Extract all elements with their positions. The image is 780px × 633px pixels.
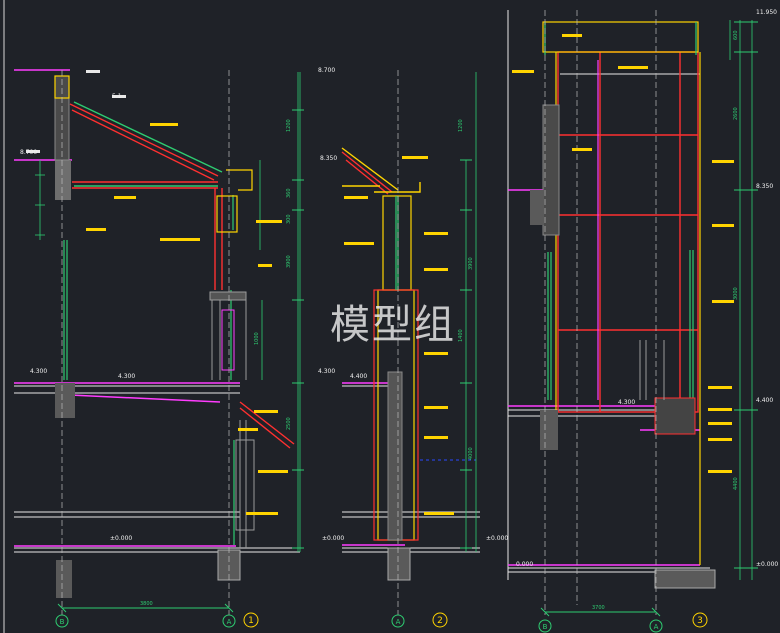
section-marker-2: 2 xyxy=(437,616,443,626)
level-s3-5: 0.000 xyxy=(516,561,533,568)
dim-s1-3: 3900 xyxy=(286,255,292,268)
level-s1-1: 8.700 xyxy=(20,149,37,156)
level-s1-5: ±0.000 xyxy=(110,535,132,542)
level-s2-2: 8.700 xyxy=(318,67,335,74)
level-s1-2: 5.1 xyxy=(112,93,122,100)
section-3 xyxy=(507,10,758,617)
grid-bubble-s3-left: B xyxy=(543,623,548,631)
level-s3-2: 8.350 xyxy=(756,183,773,190)
watermark-text: 模型组 xyxy=(330,302,456,348)
grid-bubble-s1-right: A xyxy=(227,618,232,626)
level-s1-3: 4.300 xyxy=(30,368,47,375)
dim-s1-5: 2500 xyxy=(286,417,292,430)
level-s1-4: 4.300 xyxy=(118,373,135,380)
dim-s1-2: 300 xyxy=(286,214,292,224)
level-s2-4: 4.400 xyxy=(350,373,367,380)
level-s3-6: ±0.000 xyxy=(756,561,778,568)
dim-s2-3: 4000 xyxy=(468,447,474,460)
level-s2-1: 8.350 xyxy=(320,155,337,162)
section-1 xyxy=(14,69,304,615)
level-s2-5: ±0.000 xyxy=(322,535,344,542)
dim-s2-2: 3900 xyxy=(468,257,474,270)
grid-bubble-s3-right: A xyxy=(654,623,659,631)
dim-s3-0: 600 xyxy=(733,30,739,40)
level-s2-3: 4.300 xyxy=(318,368,335,375)
level-s2-6: ±0.000 xyxy=(486,535,508,542)
grid-bubble-s2-right: A xyxy=(396,618,401,626)
level-s3-4: 4.300 xyxy=(618,399,635,406)
level-s3-3: 4.400 xyxy=(756,397,773,404)
span-s3: 3700 xyxy=(592,605,605,611)
dim-s1-1: 360 xyxy=(286,188,292,198)
section-marker-1: 1 xyxy=(248,616,254,626)
section-markers xyxy=(243,612,708,628)
dim-s3-2: 3000 xyxy=(733,287,739,300)
section-marker-3: 3 xyxy=(697,616,703,626)
dim-s1-0: 1200 xyxy=(286,119,292,132)
span-s1: 3800 xyxy=(140,601,153,607)
grid-bubbles xyxy=(55,614,663,633)
dim-s2-0: 1200 xyxy=(458,119,464,132)
dim-s1-4: 1000 xyxy=(254,332,260,345)
grid-bubble-s1-left: B xyxy=(60,618,65,626)
dim-s3-1: 2600 xyxy=(733,107,739,120)
level-s3-1: 11.950 xyxy=(756,9,777,16)
dim-s2-1: 1400 xyxy=(458,329,464,342)
dim-s3-3: 4400 xyxy=(733,477,739,490)
